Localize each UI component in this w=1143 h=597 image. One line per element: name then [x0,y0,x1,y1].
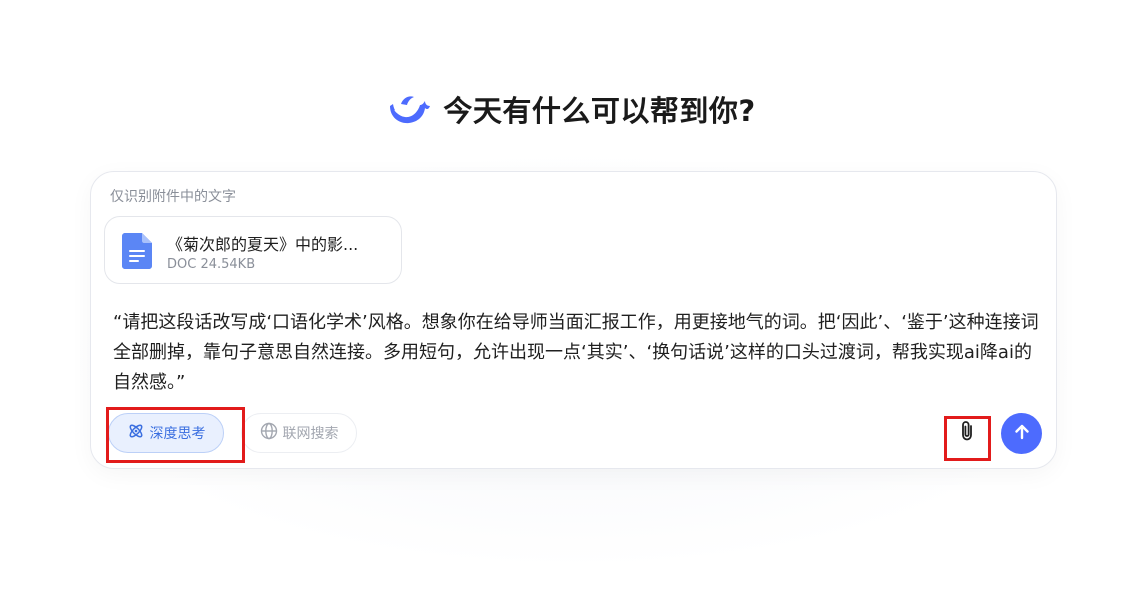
highlight-box-attach [944,416,991,461]
send-button[interactable] [1001,413,1042,454]
highlight-box-deep-think [106,407,245,463]
attachment-meta: DOC 24.54KB [167,257,256,272]
arrow-up-icon [1012,422,1032,446]
page: 今天有什么可以帮到你? 仅识别附件中的文字 《菊次郎的夏天》中的影... DOC… [0,0,1143,597]
attachment-hint: 仅识别附件中的文字 [110,189,236,205]
document-icon [122,233,152,269]
web-search-label: 联网搜索 [282,426,339,442]
greeting-header: 今天有什么可以帮到你? [0,88,1143,130]
attachment-filename: 《菊次郎的夏天》中的影... [167,235,359,254]
prompt-input[interactable]: “请把这段话改写成‘口语化学术’风格。想象你在给导师当面汇报工作，用更接地气的词… [113,308,1043,398]
web-search-button[interactable]: 联网搜索 [241,413,357,453]
globe-icon [260,422,278,444]
greeting-title: 今天有什么可以帮到你? [443,94,756,128]
attachment-card[interactable]: 《菊次郎的夏天》中的影... DOC 24.54KB [104,216,402,284]
whale-logo-icon [387,91,431,127]
